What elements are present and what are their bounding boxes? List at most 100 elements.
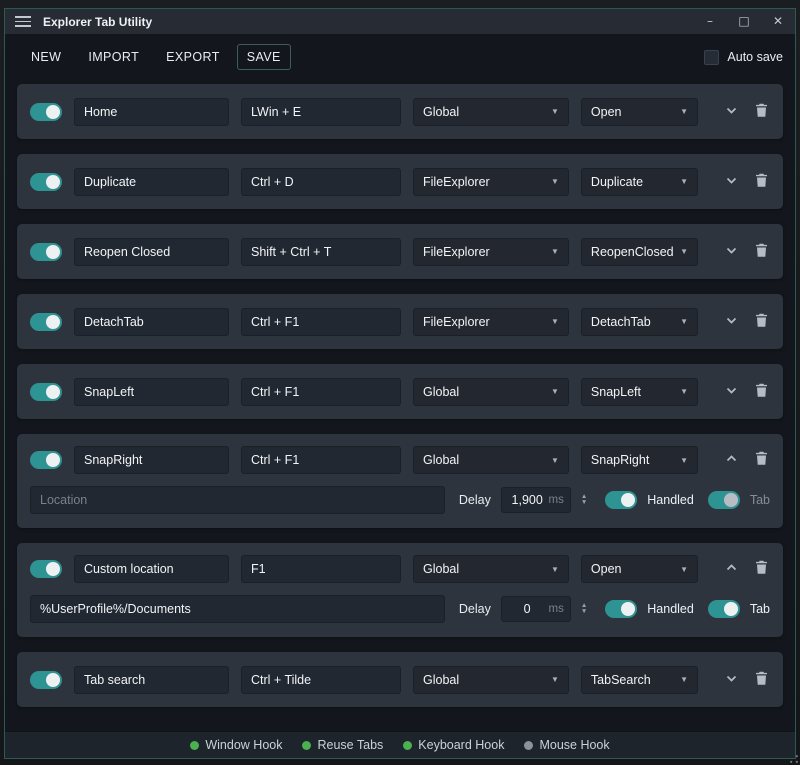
enabled-toggle[interactable] [30, 313, 62, 331]
tab-toggle[interactable] [708, 600, 740, 618]
delete-button[interactable] [753, 558, 770, 580]
export-button[interactable]: EXPORT [156, 44, 230, 70]
delete-button[interactable] [753, 101, 770, 123]
chevron-down-icon: ▼ [680, 177, 688, 186]
name-input[interactable] [74, 666, 229, 694]
name-input[interactable] [74, 555, 229, 583]
hotkey-row: FileExplorer ▼ DetachTab ▼ [17, 294, 783, 349]
resize-grip-icon[interactable] [790, 755, 798, 763]
trash-icon [755, 313, 768, 331]
delete-button[interactable] [753, 241, 770, 263]
enabled-toggle[interactable] [30, 103, 62, 121]
scope-select[interactable]: Global ▼ [413, 446, 569, 474]
status-item: Reuse Tabs [302, 738, 383, 752]
scope-select[interactable]: FileExplorer ▼ [413, 168, 569, 196]
enabled-toggle[interactable] [30, 671, 62, 689]
scope-select[interactable]: Global ▼ [413, 378, 569, 406]
location-input[interactable] [30, 486, 445, 514]
hotkey-input[interactable] [241, 555, 401, 583]
maximize-button[interactable]: □ [727, 9, 761, 34]
name-input[interactable] [74, 378, 229, 406]
close-button[interactable]: ✕ [761, 9, 795, 34]
status-label: Reuse Tabs [317, 738, 383, 752]
scope-select[interactable]: FileExplorer ▼ [413, 308, 569, 336]
name-input[interactable] [74, 238, 229, 266]
delete-button[interactable] [753, 311, 770, 333]
spinner-down-icon[interactable]: ▼ [581, 609, 587, 615]
status-on-dot-icon [190, 741, 199, 750]
action-select[interactable]: Open ▼ [581, 555, 698, 583]
auto-save-checkbox[interactable] [704, 50, 719, 65]
enabled-toggle[interactable] [30, 243, 62, 261]
chevron-icon [724, 173, 739, 191]
trash-icon [755, 243, 768, 261]
delete-button[interactable] [753, 669, 770, 691]
scope-select[interactable]: Global ▼ [413, 666, 569, 694]
name-input[interactable] [74, 98, 229, 126]
action-select[interactable]: DetachTab ▼ [581, 308, 698, 336]
hotkey-input[interactable] [241, 308, 401, 336]
scope-select[interactable]: FileExplorer ▼ [413, 238, 569, 266]
delete-button[interactable] [753, 449, 770, 471]
chevron-icon [724, 103, 739, 121]
scope-select[interactable]: Global ▼ [413, 98, 569, 126]
enabled-toggle[interactable] [30, 383, 62, 401]
save-button[interactable]: SAVE [237, 44, 291, 70]
action-select[interactable]: ReopenClosed ▼ [581, 238, 698, 266]
status-item: Mouse Hook [524, 738, 609, 752]
hotkey-input[interactable] [241, 378, 401, 406]
delete-button[interactable] [753, 171, 770, 193]
expand-button[interactable] [722, 381, 741, 403]
expand-button[interactable] [722, 558, 741, 580]
handled-toggle[interactable] [605, 491, 637, 509]
status-item: Keyboard Hook [403, 738, 504, 752]
hamburger-menu-icon[interactable] [15, 16, 31, 27]
new-button[interactable]: NEW [21, 44, 71, 70]
expand-button[interactable] [722, 449, 741, 471]
hotkey-input[interactable] [241, 238, 401, 266]
chevron-down-icon: ▼ [551, 107, 559, 116]
expand-button[interactable] [722, 669, 741, 691]
expand-button[interactable] [722, 171, 741, 193]
hotkey-input[interactable] [241, 168, 401, 196]
import-button[interactable]: IMPORT [78, 44, 149, 70]
hotkey-input[interactable] [241, 446, 401, 474]
action-select[interactable]: SnapRight ▼ [581, 446, 698, 474]
minimize-button[interactable]: – [693, 9, 727, 34]
name-input[interactable] [74, 308, 229, 336]
toolbar: NEW IMPORT EXPORT SAVE Auto save [5, 34, 795, 76]
trash-icon [755, 103, 768, 121]
delay-spinner[interactable]: ▲▼ [581, 603, 587, 614]
auto-save-control: Auto save [704, 50, 783, 65]
spinner-down-icon[interactable]: ▼ [581, 500, 587, 506]
delete-button[interactable] [753, 381, 770, 403]
expand-button[interactable] [722, 101, 741, 123]
scope-select[interactable]: Global ▼ [413, 555, 569, 583]
delay-input[interactable] [508, 602, 547, 616]
delay-input[interactable] [508, 493, 547, 507]
delay-spinner[interactable]: ▲▼ [581, 494, 587, 505]
chevron-down-icon: ▼ [680, 675, 688, 684]
name-input[interactable] [74, 446, 229, 474]
desktop-background: Explorer Tab Utility – □ ✕ NEW IMPORT EX… [0, 0, 800, 765]
expand-button[interactable] [722, 241, 741, 263]
hotkey-input[interactable] [241, 666, 401, 694]
status-bar: Window HookReuse TabsKeyboard HookMouse … [5, 731, 795, 758]
hotkey-input[interactable] [241, 98, 401, 126]
chevron-down-icon: ▼ [680, 317, 688, 326]
location-input[interactable] [30, 595, 445, 623]
action-select[interactable]: Open ▼ [581, 98, 698, 126]
chevron-down-icon: ▼ [680, 456, 688, 465]
action-select[interactable]: SnapLeft ▼ [581, 378, 698, 406]
action-select[interactable]: TabSearch ▼ [581, 666, 698, 694]
action-select[interactable]: Duplicate ▼ [581, 168, 698, 196]
enabled-toggle[interactable] [30, 173, 62, 191]
chevron-icon [724, 243, 739, 261]
hotkey-row: Global ▼ TabSearch ▼ [17, 652, 783, 707]
enabled-toggle[interactable] [30, 560, 62, 578]
tab-toggle[interactable] [708, 491, 740, 509]
handled-toggle[interactable] [605, 600, 637, 618]
name-input[interactable] [74, 168, 229, 196]
enabled-toggle[interactable] [30, 451, 62, 469]
expand-button[interactable] [722, 311, 741, 333]
